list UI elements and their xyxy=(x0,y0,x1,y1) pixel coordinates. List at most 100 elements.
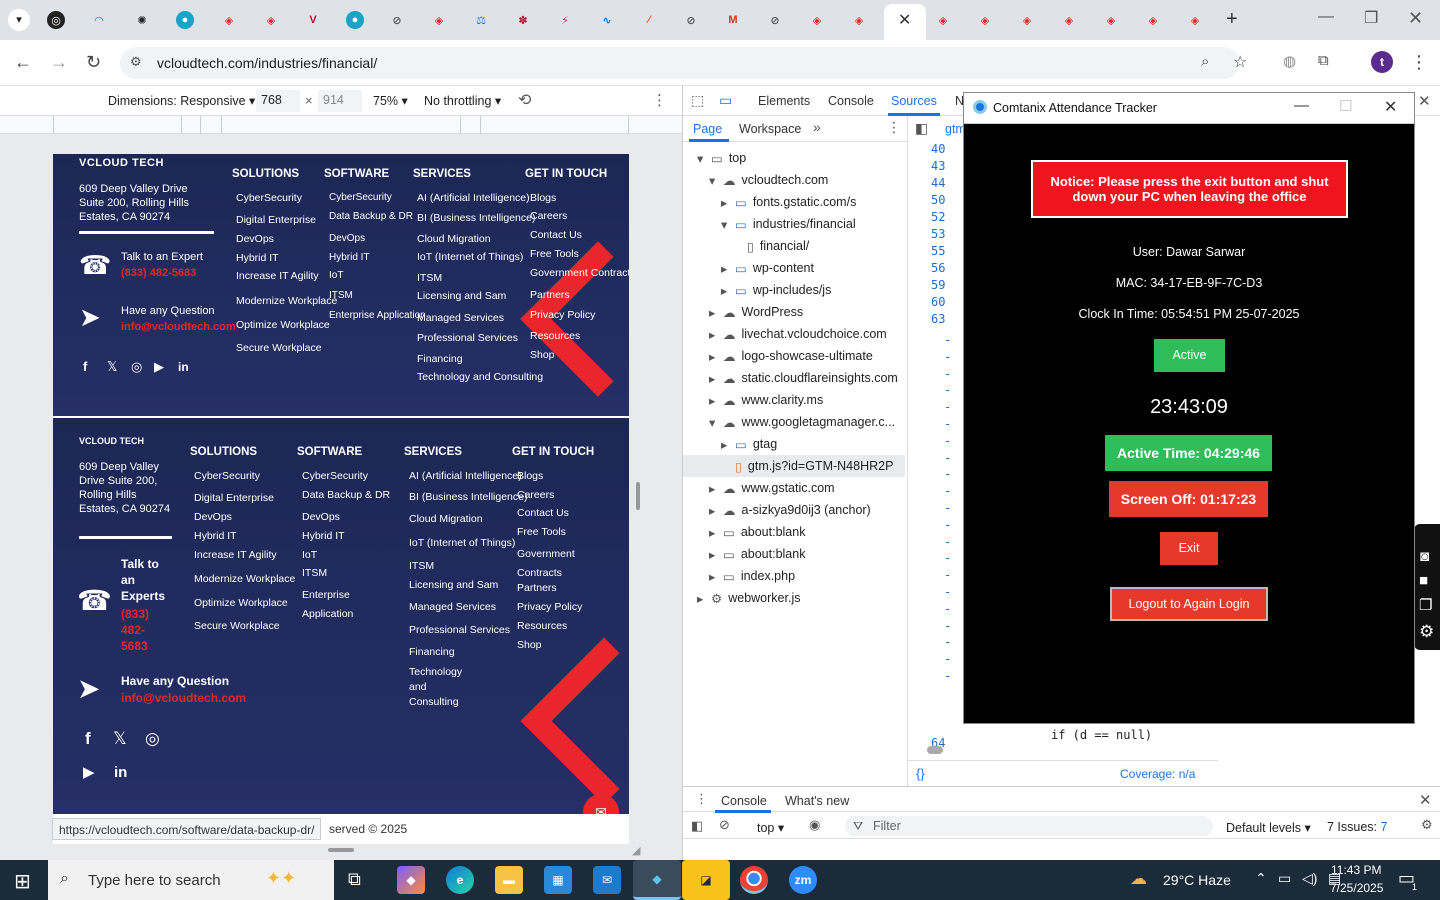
footer-link[interactable]: Digital Enterprise xyxy=(194,492,274,504)
tree-node-domain[interactable]: ▾ ☁ www.googletagmanager.c... xyxy=(709,411,895,433)
tree-node-top[interactable]: ▾ ▭ top xyxy=(697,147,746,169)
footer-link[interactable]: Optimize Workplace xyxy=(194,597,288,609)
footer-link[interactable]: Digital Enterprise xyxy=(236,214,316,226)
footer-link[interactable]: Hybrid IT xyxy=(329,252,370,263)
live-expression-eye-icon[interactable]: ◉ xyxy=(809,817,820,833)
clock-time[interactable]: 11:43 PM xyxy=(1331,863,1381,877)
width-input[interactable]: 768 xyxy=(256,90,300,112)
line-number[interactable]: 55 xyxy=(931,244,945,258)
tab-favicon-icon[interactable]: M xyxy=(724,11,742,29)
tab-favicon-icon[interactable]: ⊘ xyxy=(388,11,406,29)
footer-link[interactable]: Partners xyxy=(517,582,557,594)
chrome-browser-icon[interactable] xyxy=(740,866,768,894)
footer-link[interactable]: CyberSecurity xyxy=(329,192,392,203)
taskbar-search-box[interactable]: ⌕ Type here to search ✦✦ xyxy=(48,860,334,900)
url-text[interactable]: vcloudtech.com/industries/financial/ xyxy=(157,55,377,71)
tab-favicon-icon[interactable]: ◈ xyxy=(808,11,826,29)
footer-link[interactable]: CyberSecurity xyxy=(302,470,368,482)
context-selector[interactable]: top ▾ xyxy=(757,820,784,835)
line-number[interactable]: 59 xyxy=(931,278,945,292)
footer-link[interactable]: DevOps xyxy=(302,511,340,523)
tree-node-frame[interactable]: ▸ ▭ index.php xyxy=(709,565,795,587)
footer-link[interactable]: ITSM xyxy=(409,560,434,572)
tab-favicon-icon[interactable]: ◈ xyxy=(1144,11,1162,29)
youtube-icon[interactable]: ▶ xyxy=(83,765,95,780)
tree-node-folder[interactable]: ▸ ▭ wp-content xyxy=(721,257,814,279)
tracker-title-bar[interactable]: Comtanix Attendance Tracker — ☐ ✕ xyxy=(964,93,1414,124)
chrome-menu-icon[interactable]: ⋮ xyxy=(1410,52,1428,73)
footer-link[interactable]: Privacy Policy xyxy=(517,601,582,613)
instagram-icon[interactable]: ◎ xyxy=(145,730,160,747)
youtube-icon[interactable]: ▶ xyxy=(154,360,164,374)
footer-link[interactable]: Hybrid IT xyxy=(194,530,237,542)
resize-handle-bottom[interactable] xyxy=(328,848,354,852)
footer-link[interactable]: BI (Business Intelligence) xyxy=(417,212,535,224)
minimize-window-icon[interactable]: — xyxy=(1318,8,1334,26)
footer-link[interactable]: Hybrid IT xyxy=(236,252,279,264)
devtools-close-icon[interactable]: ✕ xyxy=(1418,92,1431,110)
close-window-icon[interactable]: ✕ xyxy=(1408,8,1423,29)
file-explorer-icon[interactable]: ▬ xyxy=(495,866,523,894)
site-logo[interactable]: VCLOUD TECH xyxy=(79,434,144,448)
tab-elements[interactable]: Elements xyxy=(758,94,810,108)
tab-search-icon[interactable]: ▾ xyxy=(8,9,30,31)
line-number[interactable]: 50 xyxy=(931,193,945,207)
footer-link[interactable]: Blogs xyxy=(517,470,543,482)
edge-browser-icon[interactable]: e xyxy=(446,866,474,894)
x-twitter-icon[interactable]: 𝕏 xyxy=(107,360,117,374)
tab-close-icon[interactable]: ✕ xyxy=(898,10,911,30)
tree-node-domain[interactable]: ▸ ☁ a-sizkya9d0ij3 (anchor) xyxy=(709,499,871,521)
footer-link[interactable]: Cloud Migration xyxy=(409,513,483,525)
tree-node-domain[interactable]: ▸ ☁ static.cloudflareinsights.com xyxy=(709,367,898,389)
code-line[interactable]: if (d == null) xyxy=(1051,728,1152,742)
task-view-icon[interactable]: ⧉ xyxy=(348,869,361,890)
footer-link[interactable]: CyberSecurity xyxy=(194,470,260,482)
address-bar[interactable]: ⚙ vcloudtech.com/industries/financial/ ⌕… xyxy=(120,47,1329,79)
resize-corner-icon[interactable]: ◢ xyxy=(632,844,640,857)
tree-node-folder[interactable]: ▸ ▭ wp-includes/js xyxy=(721,279,831,301)
height-input[interactable]: 914 xyxy=(318,90,362,112)
tree-node-folder[interactable]: ▸ ▭ gtag xyxy=(721,433,777,455)
tree-node-domain[interactable]: ▸ ☁ livechat.vcloudchoice.com xyxy=(709,323,887,345)
line-number[interactable]: 63 xyxy=(931,312,945,326)
drawer-tab-console[interactable]: Console xyxy=(721,794,767,808)
footer-link[interactable]: Financing xyxy=(417,353,463,365)
tab-favicon-icon[interactable]: ⚡ xyxy=(556,11,574,29)
tree-node-domain[interactable]: ▸ ☁ logo-showcase-ultimate xyxy=(709,345,873,367)
drawer-menu-icon[interactable]: ⋮ xyxy=(695,791,708,807)
profile-avatar[interactable]: t xyxy=(1371,51,1393,73)
footer-link[interactable]: Increase IT Agility xyxy=(194,549,277,561)
device-toggle-icon[interactable]: ▭ xyxy=(719,92,732,109)
footer-link[interactable]: Resources xyxy=(517,620,567,632)
tab-favicon-icon[interactable]: ◈ xyxy=(1060,11,1078,29)
exit-button[interactable]: Exit xyxy=(1160,532,1218,565)
footer-link[interactable]: Free Tools xyxy=(530,248,579,260)
toggle-navigator-icon[interactable]: ◧ xyxy=(915,120,928,137)
footer-link[interactable]: Contact Us xyxy=(530,229,582,241)
globe-icon[interactable]: ◍ xyxy=(1283,52,1296,70)
footer-link[interactable]: Shop xyxy=(530,349,555,361)
footer-link[interactable]: Contact Us xyxy=(517,507,569,519)
tab-favicon-icon[interactable]: ⚖ xyxy=(472,11,490,29)
throttle-dropdown[interactable]: No throttling ▾ xyxy=(424,93,501,108)
tab-favicon-icon[interactable]: ⁄ xyxy=(640,11,658,29)
tab-favicon-icon[interactable]: ⊘ xyxy=(682,11,700,29)
logout-button[interactable]: Logout to Again Login xyxy=(1110,587,1268,621)
tree-node-file[interactable]: ▯ financial/ xyxy=(747,235,809,257)
footer-link[interactable]: Shop xyxy=(517,639,542,651)
site-logo[interactable]: VCLOUD TECH xyxy=(79,156,164,170)
footer-link[interactable]: Licensing and Sam xyxy=(409,579,498,591)
footer-link[interactable]: Managed Services xyxy=(417,312,504,324)
footer-link[interactable]: Data Backup & DR xyxy=(329,211,413,222)
extensions-puzzle-icon[interactable]: ⧉ xyxy=(1318,52,1329,69)
settings-gear-icon[interactable]: ⚙ xyxy=(1419,622,1434,642)
tab-favicon-icon[interactable]: ● xyxy=(346,11,364,29)
footer-link[interactable]: AI (Artificial Intelligence) xyxy=(417,192,530,204)
tree-node-domain[interactable]: ▸ ☁ www.clarity.ms xyxy=(709,389,823,411)
tree-node-folder[interactable]: ▸ ▭ fonts.gstatic.com/s xyxy=(721,191,856,213)
mail-icon[interactable]: ✉ xyxy=(593,866,621,894)
restore-window-icon[interactable]: ❐ xyxy=(1364,8,1378,28)
footer-link[interactable]: IoT (Internet of Things) xyxy=(417,251,523,263)
footer-link[interactable]: IoT xyxy=(302,549,317,561)
footer-link[interactable]: Enterprise Application xyxy=(302,586,372,624)
